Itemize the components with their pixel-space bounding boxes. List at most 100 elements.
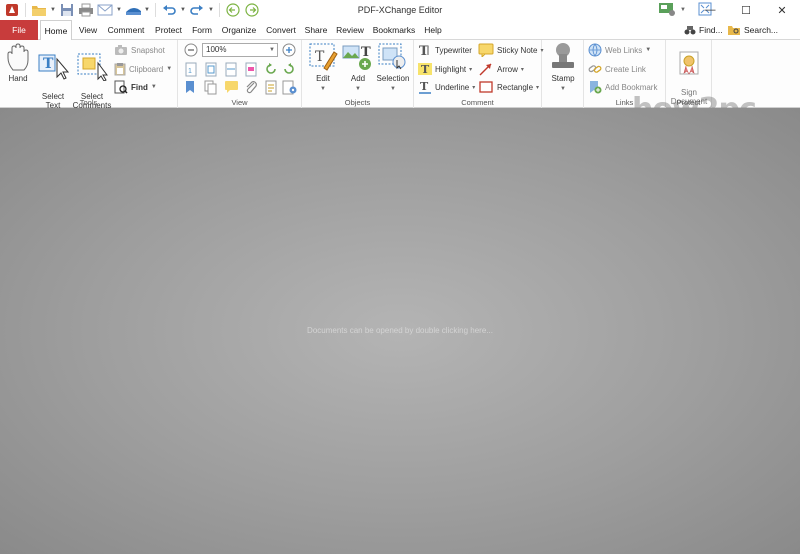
window-controls: — ☐ ✕ <box>692 0 800 20</box>
tab-home[interactable]: Home <box>40 20 72 41</box>
chevron-down-icon[interactable]: ▾ <box>469 66 472 73</box>
chevron-down-icon[interactable]: ▾ <box>521 66 524 73</box>
rectangle-button[interactable]: Rectangle ▾ <box>478 79 539 95</box>
sign-document-icon <box>679 51 699 75</box>
find-button[interactable]: Find... <box>684 21 723 39</box>
minimize-button[interactable]: — <box>692 0 728 20</box>
sticky-note-button[interactable]: Sticky Note ▾ <box>478 42 543 58</box>
rectangle-icon <box>479 81 493 93</box>
attachment-icon[interactable] <box>244 80 258 96</box>
group-comment: T Typewriter Sticky Note ▾ T Highlight ▾… <box>414 40 543 108</box>
binoculars-icon <box>684 26 696 35</box>
clipboard-label: Clipboard <box>129 64 164 74</box>
snapshot-button[interactable]: Snapshot <box>114 42 165 58</box>
hand-icon <box>7 43 29 71</box>
zoom-combo[interactable]: 100% ▼ <box>202 43 278 57</box>
tab-organize[interactable]: Organize <box>218 20 260 40</box>
find-document-icon <box>114 80 128 94</box>
zoom-in-icon[interactable] <box>282 43 296 59</box>
web-links-button[interactable]: Web Links ▼ <box>588 42 651 58</box>
rectangle-label: Rectangle <box>497 82 534 92</box>
actual-size-icon[interactable]: 1 <box>184 62 198 79</box>
chevron-down-icon[interactable]: ▾ <box>536 84 539 91</box>
snapshot-label: Snapshot <box>131 45 165 55</box>
typewriter-label: Typewriter <box>435 45 472 55</box>
highlight-icon: T <box>418 63 432 76</box>
selection-icon <box>378 43 406 70</box>
edit-objects-icon: T <box>309 43 338 71</box>
rotate-left-icon[interactable] <box>264 62 278 78</box>
select-text-icon: T <box>38 54 69 80</box>
document-area[interactable]: Documents can be opened by double clicki… <box>0 108 800 554</box>
underline-button[interactable]: T Underline ▾ <box>418 79 475 95</box>
chevron-down-icon[interactable]: ▼ <box>151 84 157 90</box>
svg-text:T: T <box>315 49 325 65</box>
chevron-down-icon[interactable]: ▼ <box>390 86 396 92</box>
chevron-down-icon[interactable]: ▼ <box>645 47 651 53</box>
chevron-down-icon[interactable]: ▼ <box>560 86 566 92</box>
sticky-note-icon <box>478 43 494 57</box>
tab-protect[interactable]: Protect <box>151 20 186 40</box>
find-tool-label: Find <box>131 82 148 92</box>
rotate-right-icon[interactable] <box>282 62 296 78</box>
hand-button[interactable]: Hand <box>2 42 34 83</box>
maximize-button[interactable]: ☐ <box>728 0 764 20</box>
search-button[interactable]: Search... <box>727 21 778 39</box>
group-label-tools: Tools <box>79 98 98 107</box>
tab-comment[interactable]: Comment <box>104 20 148 40</box>
underline-icon: T <box>419 80 431 94</box>
bookmark-icon[interactable] <box>184 80 196 96</box>
page-settings-icon[interactable] <box>282 80 298 97</box>
camera-icon <box>115 45 127 55</box>
group-objects: T Edit ▼ T Add ▼ Selection ▼ Objects <box>302 40 414 108</box>
chevron-down-icon[interactable]: ▼ <box>166 66 172 72</box>
clipboard-button[interactable]: Clipboard ▼ <box>114 61 172 77</box>
pages-icon[interactable] <box>204 80 218 97</box>
fit-visible-icon[interactable] <box>244 62 258 79</box>
chevron-down-icon[interactable]: ▼ <box>269 44 275 56</box>
tab-form[interactable]: Form <box>189 20 215 40</box>
folder-search-icon <box>728 26 740 35</box>
search-label: Search... <box>744 25 779 35</box>
fit-width-icon[interactable] <box>224 62 238 79</box>
highlight-button[interactable]: T Highlight ▾ <box>418 61 472 77</box>
chevron-down-icon[interactable]: ▾ <box>472 84 475 91</box>
tab-help[interactable]: Help <box>421 20 445 40</box>
zoom-value: 100% <box>206 45 227 54</box>
typewriter-button[interactable]: T Typewriter <box>418 42 472 58</box>
chevron-down-icon[interactable]: ▼ <box>320 86 326 92</box>
tab-view[interactable]: View <box>75 20 101 40</box>
tab-share[interactable]: Share <box>302 20 330 40</box>
create-link-button[interactable]: Create Link <box>588 61 646 77</box>
chevron-down-icon[interactable]: ▼ <box>355 86 361 92</box>
open-document-hint: Documents can be opened by double clicki… <box>307 326 493 335</box>
tab-bookmarks[interactable]: Bookmarks <box>370 20 418 40</box>
add-button[interactable]: T Add ▼ <box>340 42 376 94</box>
add-bookmark-label: Add Bookmark <box>605 82 658 92</box>
add-objects-icon: T <box>342 45 371 70</box>
page-layout-icon[interactable] <box>264 80 278 97</box>
tab-review[interactable]: Review <box>333 20 367 40</box>
tab-file[interactable]: File <box>0 20 38 40</box>
zoom-out-icon[interactable] <box>184 43 198 59</box>
selection-button[interactable]: Selection ▼ <box>374 42 412 94</box>
chevron-down-icon[interactable]: ▼ <box>680 7 686 13</box>
svg-text:T: T <box>43 56 54 72</box>
stamp-button[interactable]: Stamp ▼ <box>544 42 582 94</box>
stamp-label: Stamp <box>551 74 575 83</box>
group-label-view: View <box>231 98 248 107</box>
group-view: 100% ▼ 1 View <box>178 40 302 108</box>
ribbon: Hand T Select Text Select Comments Snaps… <box>0 40 800 127</box>
close-button[interactable]: ✕ <box>764 0 800 20</box>
comments-pane-icon[interactable] <box>224 80 239 95</box>
find-tool-button[interactable]: Find ▼ <box>114 79 157 95</box>
underline-label: Underline <box>435 82 470 92</box>
ui-options-icon[interactable] <box>658 2 676 18</box>
sticky-note-label: Sticky Note <box>497 45 538 55</box>
arrow-button[interactable]: Arrow ▾ <box>478 61 524 77</box>
fit-page-icon[interactable] <box>204 62 218 79</box>
add-label: Add <box>350 74 366 83</box>
edit-label: Edit <box>316 74 330 83</box>
edit-button[interactable]: T Edit ▼ <box>306 42 340 94</box>
tab-convert[interactable]: Convert <box>263 20 299 40</box>
